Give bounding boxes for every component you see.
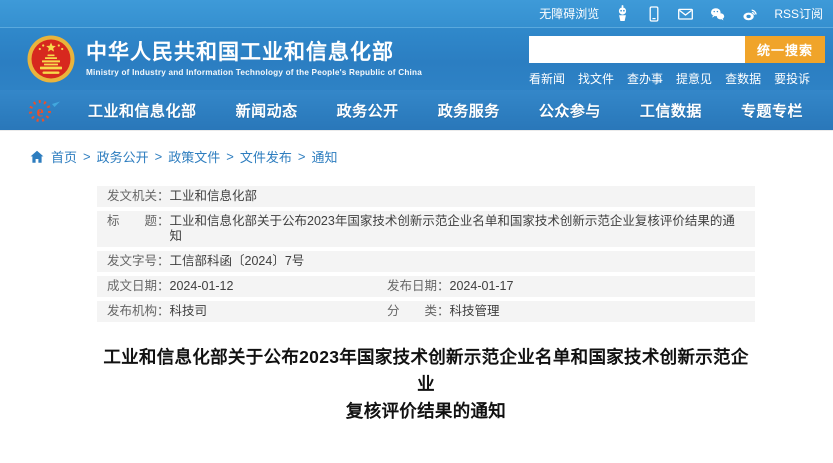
breadcrumb: 首页 > 政务公开 > 政策文件 > 文件发布 > 通知 bbox=[30, 147, 833, 166]
site-title: 中华人民共和国工业和信息化部 bbox=[86, 41, 422, 65]
miit-logo-icon: e bbox=[26, 96, 64, 124]
meta-label: 发文机关： bbox=[107, 189, 170, 204]
meta-value: 工业和信息化部 bbox=[170, 189, 258, 204]
meta-value: 科技司 bbox=[170, 304, 208, 319]
meta-value: 2024-01-17 bbox=[450, 279, 514, 294]
main-nav: e 工业和信息化部 新闻动态 政务公开 政务服务 公众参与 工信数据 专题专栏 bbox=[0, 90, 833, 130]
meta-row-dates: 成文日期： 2024-01-12 发布日期： 2024-01-17 bbox=[97, 276, 755, 297]
document-title-line2: 复核评价结果的通知 bbox=[346, 401, 506, 421]
breadcrumb-home[interactable]: 首页 bbox=[51, 147, 77, 166]
accessibility-link[interactable]: 无障碍浏览 bbox=[539, 5, 599, 22]
quick-link-feedback[interactable]: 提意见 bbox=[676, 70, 712, 87]
unified-search-button[interactable]: 统一搜索 bbox=[745, 36, 825, 63]
meta-row-doc-number: 发文字号： 工信部科函〔2024〕7号 bbox=[97, 251, 755, 272]
topbar: 无障碍浏览 bbox=[0, 0, 833, 28]
national-emblem-icon bbox=[26, 34, 76, 84]
meta-row-publisher-category: 发布机构： 科技司 分 类： 科技管理 bbox=[97, 301, 755, 322]
robot-assistant-icon[interactable] bbox=[614, 5, 631, 22]
mobile-phone-icon[interactable] bbox=[646, 6, 662, 22]
breadcrumb-file-release[interactable]: 文件发布 bbox=[240, 147, 292, 166]
home-icon[interactable] bbox=[30, 150, 44, 164]
breadcrumb-separator: > bbox=[226, 149, 234, 164]
meta-label: 发文字号： bbox=[107, 254, 170, 269]
document-card: 发文机关： 工业和信息化部 标 题： 工业和信息化部关于公布2023年国家技术创… bbox=[97, 186, 755, 463]
site-header: 中华人民共和国工业和信息化部 Ministry of Industry and … bbox=[0, 28, 833, 90]
meta-label: 发布日期： bbox=[387, 279, 450, 294]
meta-label: 标 题： bbox=[107, 214, 170, 244]
meta-label: 发布机构： bbox=[107, 304, 170, 319]
mail-icon[interactable] bbox=[677, 6, 694, 22]
brand-text: 中华人民共和国工业和信息化部 Ministry of Industry and … bbox=[86, 41, 422, 77]
document-title: 工业和信息化部关于公布2023年国家技术创新示范企业名单和国家技术创新示范企业 … bbox=[97, 344, 755, 425]
meta-row-title: 标 题： 工业和信息化部关于公布2023年国家技术创新示范企业名单和国家技术创新… bbox=[97, 211, 755, 247]
meta-value: 2024-01-12 bbox=[170, 279, 234, 294]
accessibility-label: 无障碍浏览 bbox=[539, 5, 599, 22]
search-input[interactable] bbox=[529, 36, 745, 63]
breadcrumb-policy-files[interactable]: 政策文件 bbox=[168, 147, 220, 166]
breadcrumb-notice[interactable]: 通知 bbox=[311, 147, 337, 166]
nav-item-special-topics[interactable]: 专题专栏 bbox=[741, 100, 803, 121]
meta-value: 工信部科函〔2024〕7号 bbox=[170, 254, 305, 269]
weibo-icon[interactable] bbox=[741, 6, 759, 22]
quick-link-data[interactable]: 查数据 bbox=[725, 70, 761, 87]
quick-link-news[interactable]: 看新闻 bbox=[529, 70, 565, 87]
meta-row-issuing-agency: 发文机关： 工业和信息化部 bbox=[97, 186, 755, 207]
nav-items: 工业和信息化部 新闻动态 政务公开 政务服务 公众参与 工信数据 专题专栏 bbox=[88, 100, 803, 121]
nav-item-news[interactable]: 新闻动态 bbox=[236, 100, 298, 121]
document-title-line1: 工业和信息化部关于公布2023年国家技术创新示范企业名单和国家技术创新示范企业 bbox=[103, 347, 748, 394]
meta-value: 科技管理 bbox=[450, 304, 500, 319]
rss-label: RSS订阅 bbox=[774, 5, 823, 22]
search-quick-links: 看新闻 找文件 查办事 提意见 查数据 要投诉 bbox=[529, 70, 825, 87]
nav-item-miit[interactable]: 工业和信息化部 bbox=[88, 100, 197, 121]
meta-label: 成文日期： bbox=[107, 279, 170, 294]
quick-link-services[interactable]: 查办事 bbox=[627, 70, 663, 87]
quick-link-complaint[interactable]: 要投诉 bbox=[774, 70, 810, 87]
site-subtitle: Ministry of Industry and Information Tec… bbox=[86, 68, 422, 77]
quick-link-files[interactable]: 找文件 bbox=[578, 70, 614, 87]
document-meta-table: 发文机关： 工业和信息化部 标 题： 工业和信息化部关于公布2023年国家技术创… bbox=[97, 186, 755, 322]
svg-text:e: e bbox=[36, 104, 43, 121]
miit-website-page: 无障碍浏览 bbox=[0, 0, 833, 463]
rss-link[interactable]: RSS订阅 bbox=[774, 5, 823, 22]
nav-item-gov-services[interactable]: 政务服务 bbox=[438, 100, 500, 121]
breadcrumb-gov-disclosure[interactable]: 政务公开 bbox=[97, 147, 149, 166]
site-brand[interactable]: 中华人民共和国工业和信息化部 Ministry of Industry and … bbox=[26, 34, 422, 84]
nav-item-miit-data[interactable]: 工信数据 bbox=[640, 100, 702, 121]
meta-value: 工业和信息化部关于公布2023年国家技术创新示范企业名单和国家技术创新示范企业复… bbox=[170, 214, 745, 244]
nav-item-public-participation[interactable]: 公众参与 bbox=[539, 100, 601, 121]
search-area: 统一搜索 看新闻 找文件 查办事 提意见 查数据 要投诉 bbox=[529, 36, 825, 87]
meta-label: 分 类： bbox=[387, 304, 450, 319]
wechat-icon[interactable] bbox=[709, 6, 726, 22]
breadcrumb-separator: > bbox=[298, 149, 306, 164]
breadcrumb-separator: > bbox=[83, 149, 91, 164]
nav-item-gov-disclosure[interactable]: 政务公开 bbox=[337, 100, 399, 121]
breadcrumb-separator: > bbox=[155, 149, 163, 164]
